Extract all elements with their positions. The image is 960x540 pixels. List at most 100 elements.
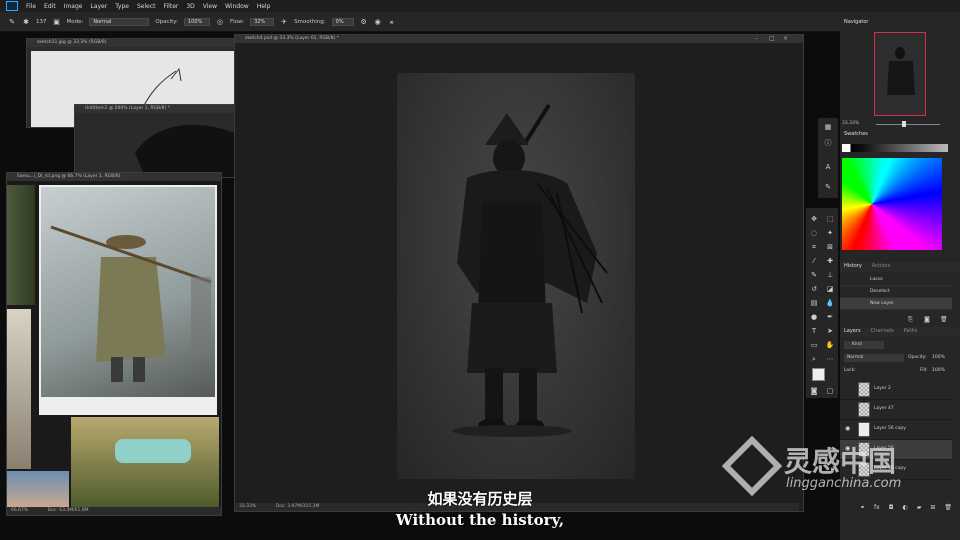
- menu-help[interactable]: Help: [253, 3, 275, 10]
- maximize-icon[interactable]: □: [769, 35, 775, 43]
- brush-settings-icon[interactable]: ▣: [53, 18, 61, 26]
- menu-layer[interactable]: Layer: [86, 3, 111, 10]
- window-title[interactable]: sketch11.jpg @ 33.3% (RGB/8): [27, 39, 235, 47]
- paths-tab[interactable]: Paths: [900, 327, 918, 336]
- menu-filter[interactable]: Filter: [160, 3, 183, 10]
- channels-tab[interactable]: Channels: [867, 327, 894, 336]
- smoothing-input[interactable]: 0%: [331, 17, 354, 26]
- rectangle-tool-icon[interactable]: ▭: [809, 340, 819, 350]
- zoom-tool-icon[interactable]: ⌕: [809, 354, 819, 364]
- frame-tool-icon[interactable]: ⊠: [825, 242, 835, 252]
- menu-window[interactable]: Window: [221, 3, 253, 10]
- main-canvas[interactable]: [397, 73, 635, 479]
- camera-icon[interactable]: ◙: [924, 316, 930, 323]
- info-icon[interactable]: ⓘ: [823, 138, 833, 148]
- flow-input[interactable]: 32%: [250, 17, 275, 26]
- symmetry-icon[interactable]: ⚹: [388, 18, 396, 26]
- menu-edit[interactable]: Edit: [40, 3, 60, 10]
- window-title[interactable]: Samu...i_Dl_rcl.png @ 66.7% (Layer 1, RG…: [7, 173, 221, 181]
- main-document-window[interactable]: sketch4.psd @ 33.3% (Layer 61, RGB/8) * …: [234, 34, 804, 512]
- menu-type[interactable]: Type: [111, 3, 133, 10]
- brushes-icon[interactable]: ✎: [823, 182, 833, 192]
- options-bar: ✎ ✱ 137 ▣ Mode: Normal Opacity: 100% ◎ F…: [0, 12, 960, 32]
- brush-tool-icon[interactable]: ✎: [809, 270, 819, 280]
- navigator-zoom-slider[interactable]: [876, 124, 940, 125]
- photoshop-logo-icon[interactable]: [6, 1, 18, 11]
- brush-tool-icon[interactable]: ✎: [8, 18, 16, 26]
- lasso-tool-icon[interactable]: ◌: [809, 228, 819, 238]
- samurai-reference-window[interactable]: Samu...i_Dl_rcl.png @ 66.7% (Layer 1, RG…: [6, 172, 222, 516]
- type-tool-icon[interactable]: T: [809, 326, 819, 336]
- blend-mode-select[interactable]: Normal: [844, 354, 904, 362]
- pen-tool-icon[interactable]: ✒: [825, 312, 835, 322]
- eraser-icon[interactable]: ◪: [825, 284, 835, 294]
- trash-icon[interactable]: 🗑: [940, 316, 948, 323]
- watermark-logo-icon: [722, 436, 782, 496]
- eyedropper-icon[interactable]: ⁄: [809, 256, 819, 266]
- layer-fill-value[interactable]: 100%: [932, 368, 945, 373]
- library-icon[interactable]: ▦: [823, 122, 833, 132]
- layer-filter-kind[interactable]: Kind: [844, 341, 884, 349]
- basket-load: [115, 439, 191, 463]
- history-item-lasso[interactable]: Lasso: [840, 274, 952, 286]
- fill-label: Fill:: [920, 368, 928, 373]
- mode-select[interactable]: Normal: [89, 17, 150, 26]
- layer-row[interactable]: Layer 47: [840, 400, 952, 420]
- minimize-icon[interactable]: –: [755, 35, 758, 43]
- menu-image[interactable]: Image: [60, 3, 87, 10]
- eye-icon[interactable]: ◉: [845, 425, 850, 432]
- actions-tab[interactable]: Actions: [868, 262, 890, 271]
- marquee-tool-icon[interactable]: ⬚: [825, 214, 835, 224]
- warrior-painting: [452, 103, 608, 437]
- character-icon[interactable]: A: [823, 162, 833, 172]
- brush-preset-icon[interactable]: ✱: [22, 18, 30, 26]
- opacity-label: Opacity:: [155, 18, 178, 25]
- airbrush-icon[interactable]: ✈: [280, 18, 288, 26]
- history-item-deselect[interactable]: Deselect: [840, 286, 952, 298]
- screen-mode-icon[interactable]: ▢: [825, 386, 835, 396]
- history-item-new-layer[interactable]: New Layer: [840, 298, 952, 310]
- gear-icon[interactable]: ⚙: [360, 18, 368, 26]
- blur-tool-icon[interactable]: 💧: [825, 298, 835, 308]
- layer-opacity-value[interactable]: 100%: [932, 355, 945, 360]
- color-swatch-grid[interactable]: [842, 158, 942, 250]
- menu-3d[interactable]: 3D: [182, 3, 198, 10]
- move-tool-icon[interactable]: ✥: [809, 214, 819, 224]
- path-selection-icon[interactable]: ➤: [825, 326, 835, 336]
- clone-stamp-icon[interactable]: ⊥: [825, 270, 835, 280]
- healing-brush-icon[interactable]: ✚: [825, 256, 835, 266]
- navigator-zoom-handle[interactable]: [902, 121, 906, 127]
- pressure-opacity-icon[interactable]: ◎: [216, 18, 224, 26]
- straw-raincoat-photo: [41, 187, 215, 397]
- layers-tab[interactable]: Layers: [840, 327, 861, 336]
- window-title[interactable]: Untitled-2 @ 200% (Layer 1, RGB/8) *: [75, 105, 235, 113]
- main-window-title[interactable]: sketch4.psd @ 33.3% (Layer 61, RGB/8) * …: [235, 35, 803, 43]
- quick-mask-icon[interactable]: ◙: [809, 386, 819, 396]
- menu-file[interactable]: File: [22, 3, 40, 10]
- dodge-tool-icon[interactable]: ●: [809, 312, 819, 322]
- snapshot-icon[interactable]: ⎘: [908, 316, 913, 324]
- more-tools-icon[interactable]: ⋯: [825, 354, 835, 364]
- magic-wand-icon[interactable]: ✦: [825, 228, 835, 238]
- menu-select[interactable]: Select: [133, 3, 160, 10]
- foreground-color[interactable]: [812, 368, 825, 381]
- swatches-tab[interactable]: Swatches: [840, 130, 868, 139]
- hand-tool-icon[interactable]: ✋: [825, 340, 835, 350]
- tools-panel: ✥ ⬚ ◌ ✦ ⌗ ⊠ ⁄ ✚ ✎ ⊥ ↺ ◪ ▤ 💧 ● ✒ T ➤ ▭ ✋ …: [806, 208, 838, 398]
- pressure-size-icon[interactable]: ◉: [374, 18, 382, 26]
- history-brush-icon[interactable]: ↺: [809, 284, 819, 294]
- opacity-input[interactable]: 100%: [183, 17, 210, 26]
- close-icon[interactable]: ×: [783, 35, 788, 43]
- untitled2-window[interactable]: Untitled-2 @ 200% (Layer 1, RGB/8) *: [74, 104, 236, 178]
- crop-tool-icon[interactable]: ⌗: [809, 242, 819, 252]
- grayscale-swatches[interactable]: [842, 144, 948, 152]
- layer-row[interactable]: Layer 2: [840, 380, 952, 400]
- untitled2-canvas[interactable]: [75, 113, 235, 177]
- history-tab[interactable]: History: [840, 262, 862, 271]
- gradient-tool-icon[interactable]: ▤: [809, 298, 819, 308]
- layer-thumbnail: [858, 382, 870, 397]
- navigator-tab[interactable]: Navigator: [840, 18, 960, 27]
- menu-view[interactable]: View: [199, 3, 221, 10]
- menu-bar: File Edit Image Layer Type Select Filter…: [0, 0, 960, 12]
- navigator-preview[interactable]: [874, 32, 926, 116]
